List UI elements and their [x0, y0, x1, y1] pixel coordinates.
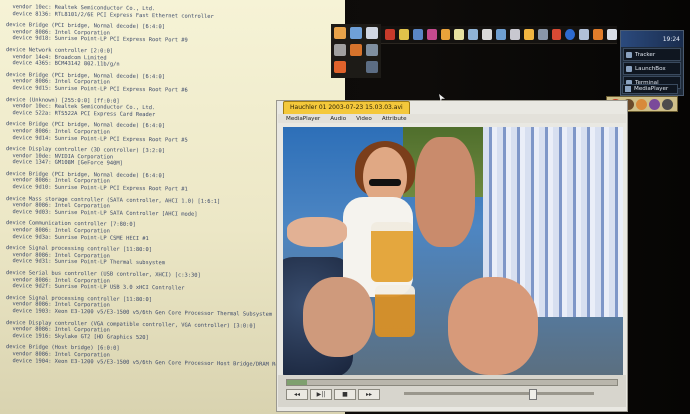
tool-icon-8[interactable] [482, 29, 492, 40]
playback-controls: ◂◂ ▶|| ■ ▸▸ [278, 375, 626, 407]
tool-icon-17[interactable] [607, 29, 617, 40]
disk-icon[interactable] [366, 44, 378, 56]
dock-item-label: Tracker [635, 51, 656, 58]
tool-icon-13[interactable] [551, 29, 562, 40]
dock-item-label: MediaPlayer [634, 86, 669, 92]
dock-item-label: LaunchBox [635, 65, 666, 72]
play-pause-button[interactable]: ▶|| [310, 389, 332, 400]
menu-audio[interactable]: Audio [330, 116, 346, 122]
mediaplayer-icon [625, 86, 631, 92]
tool-icon-10[interactable] [509, 29, 520, 40]
dock-item-tracker[interactable]: Tracker [623, 48, 681, 61]
tool-icon-7[interactable] [468, 29, 479, 40]
stop-button[interactable]: ■ [334, 389, 356, 400]
tool-icon-4[interactable] [426, 29, 437, 40]
volume-slider[interactable] [404, 389, 594, 400]
tool-icon-1[interactable] [385, 29, 395, 40]
tool-icon-11[interactable] [523, 29, 534, 40]
clock: 19:24 [621, 31, 683, 47]
top-toolbar [381, 26, 617, 44]
menu-mediaplayer[interactable]: MediaPlayer [286, 116, 320, 122]
dock-item-launchbox[interactable]: LaunchBox [623, 62, 681, 75]
video-frame[interactable] [283, 127, 623, 375]
mediaplayer-menubar: MediaPlayer Audio Video Attribute [278, 114, 626, 123]
tray-icon-4[interactable] [649, 98, 660, 110]
seek-bar-fill [287, 380, 307, 385]
forward-button[interactable]: ▸▸ [358, 389, 380, 400]
tools-icon[interactable] [334, 44, 346, 56]
launcher-icon-grid [331, 24, 381, 78]
tracker-icon [626, 51, 632, 58]
settings-icon[interactable] [350, 44, 362, 56]
rewind-button[interactable]: ◂◂ [286, 389, 308, 400]
leaf-icon[interactable] [334, 61, 346, 73]
globe-icon[interactable] [565, 29, 576, 40]
video-person-drinking [415, 137, 475, 247]
video-person-bottom-left [303, 277, 373, 357]
mediaplayer-title-tab[interactable]: Hauchler 01 2003-07-23 15.03.03.avi [283, 101, 410, 114]
folder-icon[interactable] [334, 27, 346, 39]
tray-icon-5[interactable] [662, 98, 673, 110]
video-sunglasses [369, 179, 401, 186]
window-title: Hauchler 01 2003-07-23 15.03.03.avi [290, 104, 403, 111]
tool-icon-5[interactable] [440, 29, 451, 40]
tool-icon-16[interactable] [593, 29, 603, 40]
video-pointing-hand [287, 217, 347, 247]
tool-icon-6[interactable] [454, 29, 465, 40]
tool-icon-9[interactable] [496, 29, 506, 40]
tool-icon-12[interactable] [537, 29, 548, 40]
volume-slider-knob[interactable] [529, 389, 538, 400]
tool-icon-15[interactable] [579, 29, 590, 40]
tool-icon-2[interactable] [398, 29, 409, 40]
network-icon[interactable] [350, 27, 362, 39]
tool-icon-3[interactable] [412, 29, 423, 40]
menu-video[interactable]: Video [356, 116, 372, 122]
launchbox-icon [626, 65, 632, 72]
video-person-bottom-right [448, 277, 538, 375]
app-icon[interactable] [366, 61, 378, 73]
menu-attribute[interactable]: Attribute [382, 116, 407, 122]
clock-time: 19:24 [662, 35, 680, 43]
video-beer-glass [371, 222, 413, 282]
dock-item-mediaplayer[interactable]: MediaPlayer [622, 84, 678, 94]
monitor-icon[interactable] [366, 27, 378, 39]
tray-icon-3[interactable] [636, 98, 647, 110]
monitor-screen: vendor 10ec: Realtek Semiconductor Co., … [0, 0, 690, 414]
seek-bar[interactable] [286, 379, 618, 386]
video-beer-glass [375, 285, 415, 337]
mediaplayer-window[interactable]: MediaPlayer Audio Video Attribute ◂◂ ▶|| [276, 100, 628, 412]
